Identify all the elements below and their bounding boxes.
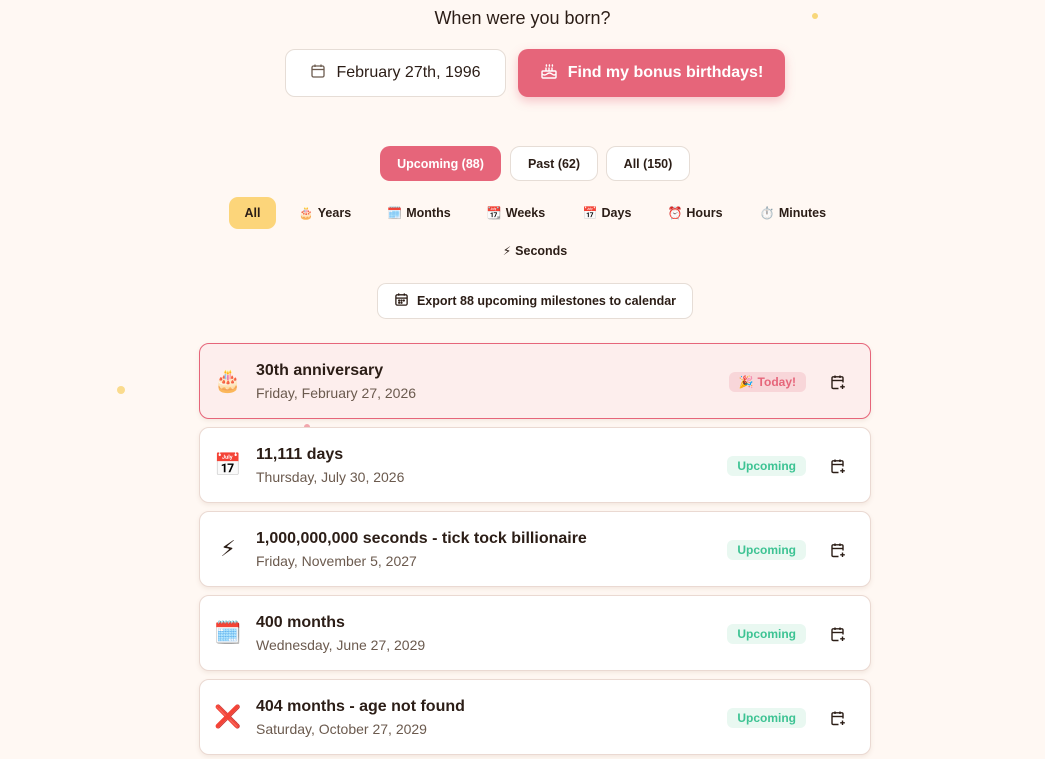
tab-past[interactable]: Past (62) <box>510 146 598 181</box>
filter-weeks-label: Weeks <box>505 206 546 220</box>
status-badge: Upcoming <box>727 624 806 644</box>
filter-hours-label: Hours <box>686 206 723 220</box>
filter-all-label: All <box>244 206 261 220</box>
filter-minutes[interactable]: ⏱️ Minutes <box>751 197 835 229</box>
milestone-card: 📅 11,111 days Thursday, July 30, 2026 Up… <box>199 427 871 503</box>
confetti-dot <box>117 386 125 394</box>
milestone-card: ⚡ 1,000,000,000 seconds - tick tock bill… <box>199 511 871 587</box>
milestone-date: Saturday, October 27, 2029 <box>256 721 427 737</box>
filter-weeks[interactable]: 📆 Weeks <box>478 197 554 229</box>
party-popper-icon: 🎉 <box>738 375 754 389</box>
milestone-date: Friday, February 27, 2026 <box>256 385 417 401</box>
filter-seconds-label: Seconds <box>515 244 568 258</box>
milestone-card: ❌ 404 months - age not found Saturday, O… <box>199 679 871 755</box>
milestone-card: 🗓️ 400 months Wednesday, June 27, 2029 U… <box>199 595 871 671</box>
milestone-date: Friday, November 5, 2027 <box>256 553 417 569</box>
filter-months[interactable]: 🗓️ Months <box>379 197 459 229</box>
alarm-clock-icon: ⏰ <box>667 206 683 220</box>
add-to-calendar-icon[interactable] <box>828 456 848 476</box>
spiral-calendar-icon: 🗓️ <box>214 620 242 645</box>
tab-all[interactable]: All (150) <box>606 146 690 181</box>
page-question: When were you born? <box>434 8 611 28</box>
filter-minutes-label: Minutes <box>778 206 827 220</box>
filter-hours[interactable]: ⏰ Hours <box>660 197 730 229</box>
milestone-card: 🎂 30th anniversary Friday, February 27, … <box>199 343 871 419</box>
birth-date-picker[interactable]: February 27th, 1996 <box>285 49 506 97</box>
filter-days[interactable]: 📅 Days <box>574 197 640 229</box>
filter-months-label: Months <box>406 206 451 220</box>
spiral-calendar-icon: 🗓️ <box>387 206 403 220</box>
cake-icon: 🎂 <box>298 206 314 220</box>
add-to-calendar-icon[interactable] <box>828 372 848 392</box>
milestone-title: 30th anniversary <box>256 362 384 379</box>
status-badge: Upcoming <box>727 456 806 476</box>
add-to-calendar-icon[interactable] <box>828 540 848 560</box>
milestone-date: Wednesday, June 27, 2029 <box>256 637 426 653</box>
status-badge: Upcoming <box>727 540 806 560</box>
cake-icon <box>540 62 558 85</box>
tear-off-calendar-icon: 📆 <box>486 206 502 220</box>
birth-date-value: February 27th, 1996 <box>336 64 481 81</box>
milestone-title: 400 months <box>256 614 345 631</box>
calendar-icon <box>394 292 409 310</box>
filter-days-label: Days <box>601 206 632 220</box>
status-label: Today! <box>757 375 796 389</box>
cross-mark-icon: ❌ <box>214 704 242 729</box>
status-badge: Upcoming <box>727 708 806 728</box>
filter-seconds[interactable]: ⚡ Seconds <box>490 235 580 267</box>
cake-icon: 🎂 <box>214 368 242 393</box>
calendar-icon: 📅 <box>214 452 242 477</box>
lightning-icon: ⚡ <box>502 244 512 258</box>
filter-years[interactable]: 🎂 Years <box>289 197 361 229</box>
milestone-date: Thursday, July 30, 2026 <box>256 469 405 485</box>
calendar-icon <box>310 63 326 84</box>
export-to-calendar-button[interactable]: Export 88 upcoming milestones to calenda… <box>377 283 693 319</box>
status-badge: 🎉 Today! <box>728 372 806 392</box>
export-label: Export 88 upcoming milestones to calenda… <box>416 294 677 308</box>
calendar-icon: 📅 <box>582 206 598 220</box>
find-button-label: Find my bonus birthdays! <box>567 64 764 81</box>
lightning-icon: ⚡ <box>220 536 236 561</box>
milestone-title: 11,111 days <box>256 446 344 463</box>
milestone-title: 1,000,000,000 seconds - tick tock billio… <box>256 530 587 547</box>
filter-years-label: Years <box>317 206 352 220</box>
find-bonus-birthdays-button[interactable]: Find my bonus birthdays! <box>518 49 785 97</box>
stopwatch-icon: ⏱️ <box>759 206 775 220</box>
tab-upcoming[interactable]: Upcoming (88) <box>380 146 501 181</box>
milestone-title: 404 months - age not found <box>256 698 465 715</box>
filter-all[interactable]: All <box>229 197 276 229</box>
add-to-calendar-icon[interactable] <box>828 708 848 728</box>
add-to-calendar-icon[interactable] <box>828 624 848 644</box>
